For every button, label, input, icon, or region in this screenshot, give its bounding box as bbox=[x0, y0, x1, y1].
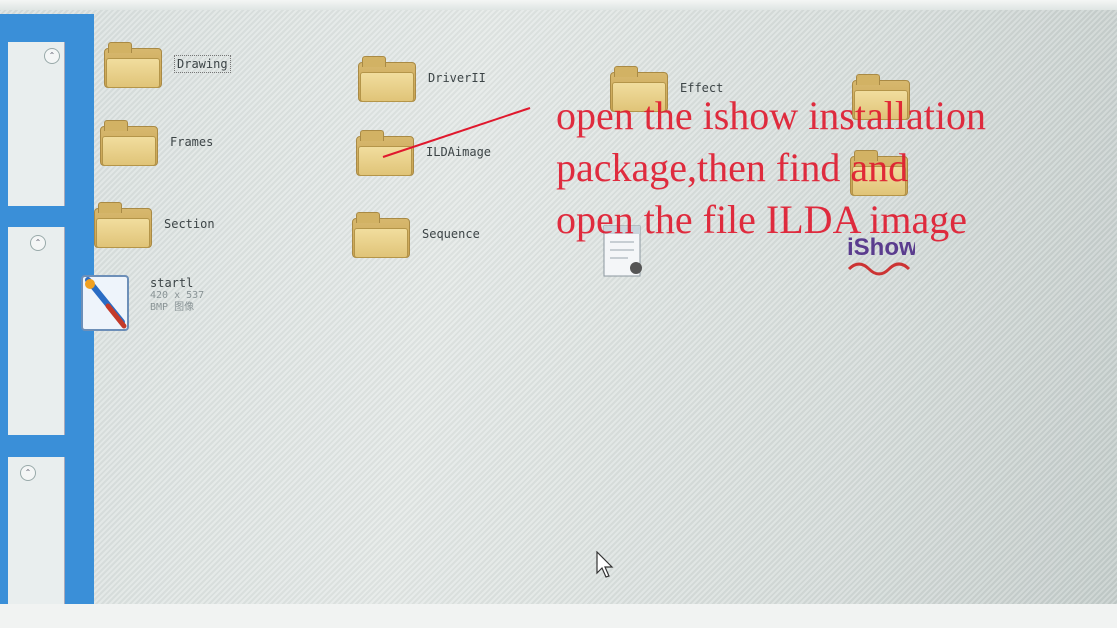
annotation-text: open the ishow installation package,then… bbox=[556, 90, 1116, 246]
annotation-line-2: package,then find and bbox=[556, 145, 909, 190]
window-bottom-edge bbox=[0, 604, 1117, 628]
annotation-line-3: open the file ILDA image bbox=[556, 197, 967, 242]
mouse-cursor-icon bbox=[596, 551, 614, 578]
explorer-screen: ⌃ ⌃ ⌃ Drawing DriverII Effect Frames ILD… bbox=[0, 0, 1117, 628]
annotation-line-1: open the ishow installation bbox=[556, 93, 986, 138]
